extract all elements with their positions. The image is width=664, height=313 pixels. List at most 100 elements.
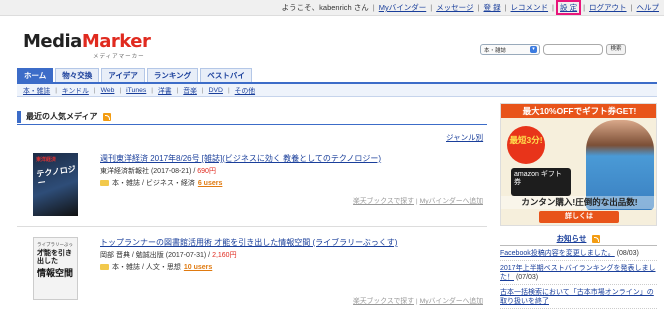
header-accent-bar xyxy=(17,110,21,123)
cover-headline: テクノロジー xyxy=(35,164,77,188)
separator: | xyxy=(372,3,375,12)
logo-word-marker: Marker xyxy=(81,31,151,52)
news-item-link[interactable]: 古本一括検索において「古本市場オンライン」の取り扱いを終了 xyxy=(500,289,654,305)
folder-icon xyxy=(100,180,109,186)
settings-link[interactable]: 設 定 xyxy=(555,0,582,15)
category-select-value: 本・雑誌 xyxy=(484,48,507,54)
cover-title: 情報空間 xyxy=(37,268,74,278)
ad-headline: 最大10%OFFでギフト券GET! xyxy=(501,104,656,118)
separator: | xyxy=(430,3,433,12)
register-link[interactable]: 登 録 xyxy=(484,2,501,13)
logo-subtitle: メディアマーカー xyxy=(93,54,145,60)
news-header: お知らせ xyxy=(500,232,657,246)
my-binder-link[interactable]: Myバインダー xyxy=(379,2,427,13)
subnav-music[interactable]: 音楽 xyxy=(183,85,197,95)
subnav-itunes[interactable]: iTunes xyxy=(126,87,146,94)
ad-burst-badge: 最短3分! xyxy=(507,126,545,164)
separator: | xyxy=(201,86,204,94)
rss-icon[interactable] xyxy=(103,112,112,121)
separator: | xyxy=(552,3,554,12)
item-category-row: 本・雑誌 / ビジネス・経済 6 users xyxy=(100,178,485,188)
search-rakuten-link[interactable]: 楽天ブックスで探す xyxy=(353,198,414,205)
genre-link[interactable]: ジャンル別 xyxy=(446,132,483,143)
separator: | xyxy=(151,86,153,94)
item-cover-image[interactable]: 東洋経済 テクノロジー xyxy=(33,153,78,216)
sub-navigation: 本・雑誌 | キンドル | Web | iTunes | 洋書 | 音楽 | DVD | その… xyxy=(17,84,657,97)
search-input[interactable] xyxy=(543,44,603,55)
tab-idea[interactable]: アイデア xyxy=(101,68,145,82)
separator: | xyxy=(630,3,633,12)
item-actions: 楽天ブックスで探す | Myバインダーへ追加 xyxy=(353,195,483,205)
subnav-foreign-books[interactable]: 洋書 xyxy=(158,85,172,95)
news-item: Facebook投稿内容を変更しました。 (08/03) xyxy=(500,246,657,261)
news-item-link[interactable]: Facebook投稿内容を変更しました。 xyxy=(500,250,615,257)
item-publisher: 東洋経済新報社 xyxy=(100,168,149,175)
ad-tagline: カンタン購入!圧倒的な出品数! xyxy=(501,196,656,209)
item-price: 2,160円 xyxy=(212,252,237,259)
news-item: 古本一括検索において「古本市場オンライン」の取り扱いを終了 xyxy=(500,285,657,309)
item-category: 本・雑誌 / ビジネス・経済 xyxy=(112,180,195,187)
separator: | xyxy=(93,86,96,94)
item-users-link[interactable]: 6 users xyxy=(198,180,223,187)
site-logo[interactable]: MediaMarker メディアマーカー xyxy=(23,33,153,63)
tab-home[interactable]: ホーム xyxy=(17,68,54,82)
user-bar: ようこそ、kabenrich さん | Myバインダー | メッセージ | 登 … xyxy=(0,0,664,16)
cover-masthead: 東洋経済 xyxy=(36,157,57,163)
item-price: 690円 xyxy=(197,168,216,175)
separator: | xyxy=(176,86,179,94)
separator: | xyxy=(583,3,586,12)
cover-subtitle: 才能を引き出した xyxy=(37,250,72,265)
news-title[interactable]: お知らせ xyxy=(557,233,587,244)
list-item: ライブラリーぶっくす 才能を引き出した 情報空間 トップランナーの図書館活用術 … xyxy=(33,237,483,307)
gift-card-ad-banner[interactable]: 最大10%OFFでギフト券GET! 最短3分! amazon ギフト券 カンタン… xyxy=(500,103,657,226)
chevron-down-icon: ▾ xyxy=(530,46,537,53)
subnav-kindle[interactable]: キンドル xyxy=(62,85,89,95)
news-item-date: (08/03) xyxy=(616,250,639,257)
subnav-web[interactable]: Web xyxy=(101,87,115,94)
separator: | xyxy=(119,86,122,94)
messages-link[interactable]: メッセージ xyxy=(436,2,473,13)
news-item-date: (07/03) xyxy=(515,274,539,281)
item-meta: 東洋経済新報社 (2017-08-21) / 690円 xyxy=(100,168,216,175)
logo-word-media: Media xyxy=(23,31,82,52)
search-rakuten-link[interactable]: 楽天ブックスで探す xyxy=(353,298,414,305)
add-to-binder-link[interactable]: Myバインダーへ追加 xyxy=(420,298,483,305)
search-button[interactable]: 検索 xyxy=(606,44,626,55)
news-item: 2017年上半期ベストバイランキングを発表しました！ (07/03) xyxy=(500,261,657,285)
ad-details-button[interactable]: 詳しくは xyxy=(539,211,619,223)
separator: | xyxy=(227,86,230,94)
search-area: 本・雑誌 ▾ 検索 xyxy=(480,44,626,55)
category-select[interactable]: 本・雑誌 ▾ xyxy=(480,44,540,55)
recommend-link[interactable]: レコメンド xyxy=(511,2,549,13)
item-users-link[interactable]: 10 users xyxy=(184,264,212,271)
item-actions: 楽天ブックスで探す | Myバインダーへ追加 xyxy=(353,295,483,305)
popular-media-header: 最近の人気メディア xyxy=(17,109,487,125)
list-item: 東洋経済 テクノロジー 週刊東洋経済 2017年8/26号 [雑誌](ビジネスに… xyxy=(33,153,483,219)
add-to-binder-link[interactable]: Myバインダーへ追加 xyxy=(420,198,483,205)
item-date: (2017-07-31) xyxy=(165,252,207,259)
item-category-row: 本・雑誌 / 人文・思想 10 users xyxy=(100,262,485,272)
item-divider xyxy=(17,226,487,227)
separator: | xyxy=(504,3,507,12)
main-tabs: ホーム 物々交換 アイデア ランキング ベストバイ xyxy=(17,68,252,82)
greeting-text: ようこそ、kabenrich さん xyxy=(281,3,369,12)
tab-barter[interactable]: 物々交換 xyxy=(55,68,100,82)
folder-icon xyxy=(100,264,109,270)
rss-icon[interactable] xyxy=(592,234,601,243)
item-publisher: 岡部 晋典 xyxy=(100,252,130,259)
news-panel: お知らせ Facebook投稿内容を変更しました。 (08/03) 2017年上… xyxy=(500,232,657,309)
item-meta: 岡部 晋典 / 勉誠出版 (2017-07-31) / 2,160円 xyxy=(100,252,237,259)
help-link[interactable]: ヘルプ xyxy=(637,2,660,13)
tab-ranking[interactable]: ランキング xyxy=(146,68,199,82)
tab-bestbuy[interactable]: ベストバイ xyxy=(200,68,252,82)
item-cover-image[interactable]: ライブラリーぶっくす 才能を引き出した 情報空間 xyxy=(33,237,78,300)
logout-link[interactable]: ログアウト xyxy=(589,2,627,13)
item-title-link[interactable]: 週刊東洋経済 2017年8/26号 [雑誌](ビジネスに効く 教養としてのテクノ… xyxy=(100,154,381,163)
item-title-link[interactable]: トップランナーの図書館活用術 才能を引き出した情報空間 (ライブラリーぶっくす) xyxy=(100,238,397,247)
item-category: 本・雑誌 / 人文・思想 xyxy=(112,264,181,271)
separator: | xyxy=(477,3,480,12)
subnav-dvd[interactable]: DVD xyxy=(209,87,223,94)
item-publisher-2: 勉誠出版 xyxy=(135,252,164,259)
subnav-books[interactable]: 本・雑誌 xyxy=(23,85,50,95)
subnav-other[interactable]: その他 xyxy=(235,85,255,95)
